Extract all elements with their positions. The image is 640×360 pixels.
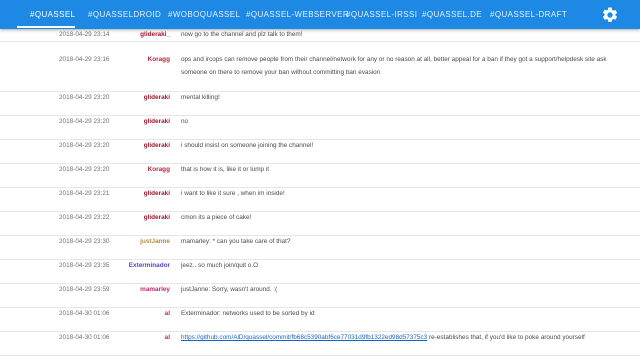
message-nick[interactable]: Exterminador xyxy=(129,262,170,269)
message-row: 2018-04-29 23:20 glideraki i should insi… xyxy=(0,140,640,164)
gear-icon[interactable] xyxy=(601,6,619,24)
message-nick[interactable]: glideraki xyxy=(144,214,170,221)
message-nick[interactable]: al xyxy=(165,310,170,317)
active-tab-indicator xyxy=(17,26,75,28)
commit-link[interactable]: https://github.com/AlD/quassel/commit/fb… xyxy=(181,334,427,341)
message-text: i want to like it sure , when im inside! xyxy=(181,190,285,197)
message-timestamp: 2018-04-30 01:06 xyxy=(59,334,110,341)
tab-woboquassel[interactable]: #WOBOQUASSEL xyxy=(168,0,240,29)
message-row: 2018-04-29 23:20 glideraki mental killin… xyxy=(0,92,640,116)
message-text: mamarley: * can you take care of that? xyxy=(181,238,291,245)
message-row: 2018-04-29 23:20 Koragg that is how it i… xyxy=(0,164,640,188)
message-text: ops and ircops can remove people from th… xyxy=(181,56,607,76)
message-row: 2018-04-29 23:35 Exterminador jeez.. so … xyxy=(0,260,640,284)
message-row: 2018-04-29 23:22 glideraki cmon its a pi… xyxy=(0,212,640,236)
message-timestamp: 2018-04-29 23:59 xyxy=(59,286,110,293)
message-timestamp: 2018-04-29 23:20 xyxy=(59,94,110,101)
message-row: 2018-04-30 01:06 al Exterminador: networ… xyxy=(0,308,640,332)
message-nick[interactable]: glideraki xyxy=(144,142,170,149)
message-text: now go to the channel and plz talk to th… xyxy=(181,31,303,38)
message-nick[interactable]: al xyxy=(165,334,170,341)
tab-quassel[interactable]: #QUASSEL xyxy=(30,0,75,29)
message-text: https://github.com/AlD/quassel/commit/fb… xyxy=(181,331,621,344)
message-timestamp: 2018-04-29 23:20 xyxy=(59,166,110,173)
message-row: 2018-04-29 23:20 glideraki no xyxy=(0,116,640,140)
message-timestamp: 2018-04-29 23:35 xyxy=(59,262,110,269)
message-text: mental killing! xyxy=(181,94,220,101)
message-text: cmon its a piece of cake! xyxy=(181,214,252,221)
message-text: i should insist on someone joining the c… xyxy=(181,142,314,149)
message-text: jeez.. so much join/quit o.O xyxy=(181,262,259,269)
tab-quassel-irssi[interactable]: #QUASSEL-IRSSI xyxy=(346,0,417,29)
message-nick[interactable]: justJanne xyxy=(140,238,170,245)
message-timestamp: 2018-04-29 23:22 xyxy=(59,214,110,221)
message-row: 2018-04-29 23:16 Koragg ops and ircops c… xyxy=(0,42,640,92)
message-nick[interactable]: glideraki xyxy=(144,118,170,125)
message-timestamp: 2018-04-29 23:14 xyxy=(59,31,110,38)
message-nick[interactable]: glideraki_ xyxy=(140,31,170,38)
message-text: that is how it is, like it or lump it xyxy=(181,166,270,173)
message-timestamp: 2018-04-29 23:21 xyxy=(59,190,110,197)
message-row: 2018-04-29 23:30 justJanne mamarley: * c… xyxy=(0,236,640,260)
message-row: 2018-04-29 23:21 glideraki i want to lik… xyxy=(0,188,640,212)
message-row: 2018-04-30 01:06 al https://github.com/A… xyxy=(0,332,640,356)
message-nick[interactable]: Koragg xyxy=(148,166,170,173)
message-text-tail: re-establishes that, if you'd like to po… xyxy=(427,334,585,341)
tab-quassel-webserver[interactable]: #QUASSEL-WEBSERVER xyxy=(246,0,349,29)
message-nick[interactable]: glideraki xyxy=(144,94,170,101)
message-timestamp: 2018-04-30 01:06 xyxy=(59,310,110,317)
message-text: no xyxy=(181,118,189,125)
message-nick[interactable]: glideraki xyxy=(144,190,170,197)
message-timestamp: 2018-04-29 23:30 xyxy=(59,238,110,245)
message-text: justJanne: Sorry, wasn't around. :( xyxy=(181,286,278,293)
message-timestamp: 2018-04-29 23:16 xyxy=(59,56,110,63)
message-nick[interactable]: mamarley xyxy=(140,286,170,293)
message-nick[interactable]: Koragg xyxy=(148,56,170,63)
message-row: 2018-04-29 23:59 mamarley justJanne: Sor… xyxy=(0,284,640,308)
channel-tab-bar: #QUASSEL #QUASSELDROID #WOBOQUASSEL #QUA… xyxy=(0,0,640,29)
tab-quassel-draft[interactable]: #QUASSEL-DRAFT xyxy=(490,0,567,29)
tab-quassel-de[interactable]: #QUASSEL.DE xyxy=(422,0,482,29)
tab-quasseldroid[interactable]: #QUASSELDROID xyxy=(88,0,161,29)
message-timestamp: 2018-04-29 23:20 xyxy=(59,142,110,149)
message-timestamp: 2018-04-29 23:20 xyxy=(59,118,110,125)
message-text: Exterminador: networks used to be sorted… xyxy=(181,310,315,317)
